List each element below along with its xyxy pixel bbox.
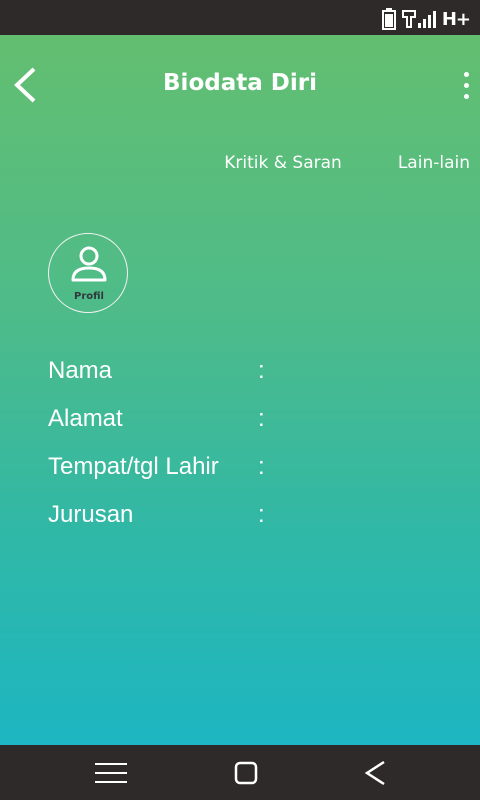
field-label: Alamat [48, 405, 123, 432]
overflow-dot [463, 93, 469, 99]
app-bar: Biodata Diri [0, 35, 480, 131]
menu-icon [95, 763, 127, 783]
field-label: Jurusan [48, 501, 134, 528]
field-separator: : [258, 357, 265, 384]
overflow-dot [463, 71, 469, 77]
page-title: Biodata Diri [163, 70, 317, 96]
nav-home-button[interactable] [229, 758, 263, 788]
field-separator: : [258, 501, 265, 528]
battery-icon [381, 8, 396, 30]
field-label: Tempat/tgl Lahir [48, 453, 219, 480]
system-nav-bar [0, 745, 480, 800]
status-bar: H+ [0, 0, 480, 35]
tab-kritik-saran[interactable]: Kritik & Saran [224, 153, 342, 173]
tab-lain-lain[interactable]: Lain-lain [398, 153, 470, 173]
field-separator: : [258, 405, 265, 432]
signal-icon [401, 10, 436, 28]
overflow-menu-button[interactable] [460, 65, 472, 105]
nav-menu-button[interactable] [94, 758, 128, 788]
field-label: Nama [48, 357, 113, 384]
profile-button[interactable]: Profil [48, 233, 128, 313]
nav-back-button[interactable] [358, 758, 392, 788]
network-type: H+ [441, 8, 471, 30]
profile-label: Profil [74, 291, 104, 302]
overflow-dot [463, 82, 469, 88]
status-icons: H+ [381, 8, 471, 30]
back-icon [364, 760, 385, 786]
field-separator: : [258, 453, 265, 480]
tabs: Kritik & Saran Lain-lain [224, 153, 470, 173]
screen: Biodata Diri Kritik & Saran Lain-lain Pr… [0, 35, 480, 745]
home-icon [234, 761, 258, 785]
user-icon [71, 246, 107, 282]
